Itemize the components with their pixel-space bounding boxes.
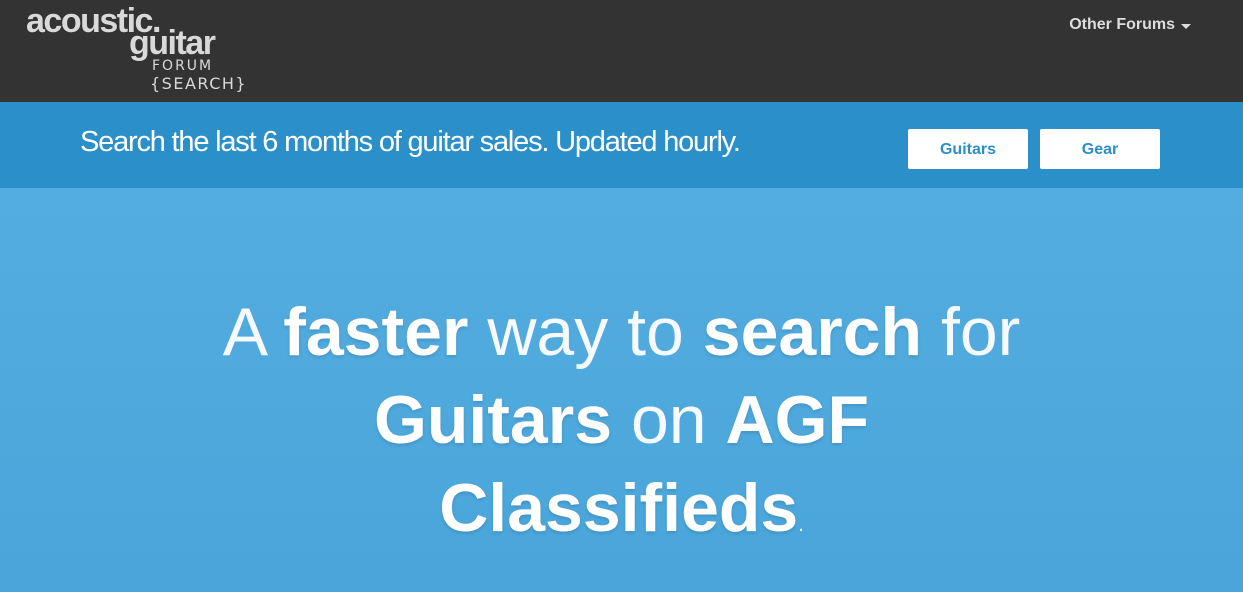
guitars-button[interactable]: Guitars (908, 129, 1028, 169)
hero-period: . (798, 514, 804, 536)
hero-word: on (630, 382, 707, 458)
gear-button[interactable]: Gear (1040, 129, 1160, 169)
hero-word-bold: faster (283, 294, 469, 370)
hero-word-bold: Classifieds (439, 470, 799, 546)
logo-line-search: {SEARCH} (150, 74, 248, 93)
hero-line-1: A faster way to search for (0, 292, 1243, 372)
hero-word: for (940, 294, 1021, 370)
hero-section: A faster way to search for Guitars on AG… (0, 188, 1243, 592)
hero-word-bold: AGF (725, 382, 870, 458)
hero-word-bold: search (702, 294, 923, 370)
hero-line-2: Guitars on AGF (0, 380, 1243, 460)
top-navbar: acoustic. guitar FORUM {SEARCH} Other Fo… (0, 0, 1243, 102)
banner-text: Search the last 6 months of guitar sales… (80, 126, 741, 158)
hero-category-word: Guitars (373, 382, 613, 458)
hero-line-3: Classifieds. (0, 468, 1243, 565)
hero-word: A (222, 294, 265, 370)
search-banner: Search the last 6 months of guitar sales… (0, 102, 1243, 188)
logo-line-guitar: guitar (129, 24, 216, 62)
other-forums-label: Other Forums (1069, 16, 1175, 33)
caret-down-icon (1181, 23, 1191, 29)
other-forums-dropdown[interactable]: Other Forums (1069, 16, 1191, 34)
site-logo[interactable]: acoustic. guitar FORUM {SEARCH} (26, 4, 266, 100)
hero-word: way to (487, 294, 684, 370)
logo-line-forum: FORUM (152, 58, 214, 74)
